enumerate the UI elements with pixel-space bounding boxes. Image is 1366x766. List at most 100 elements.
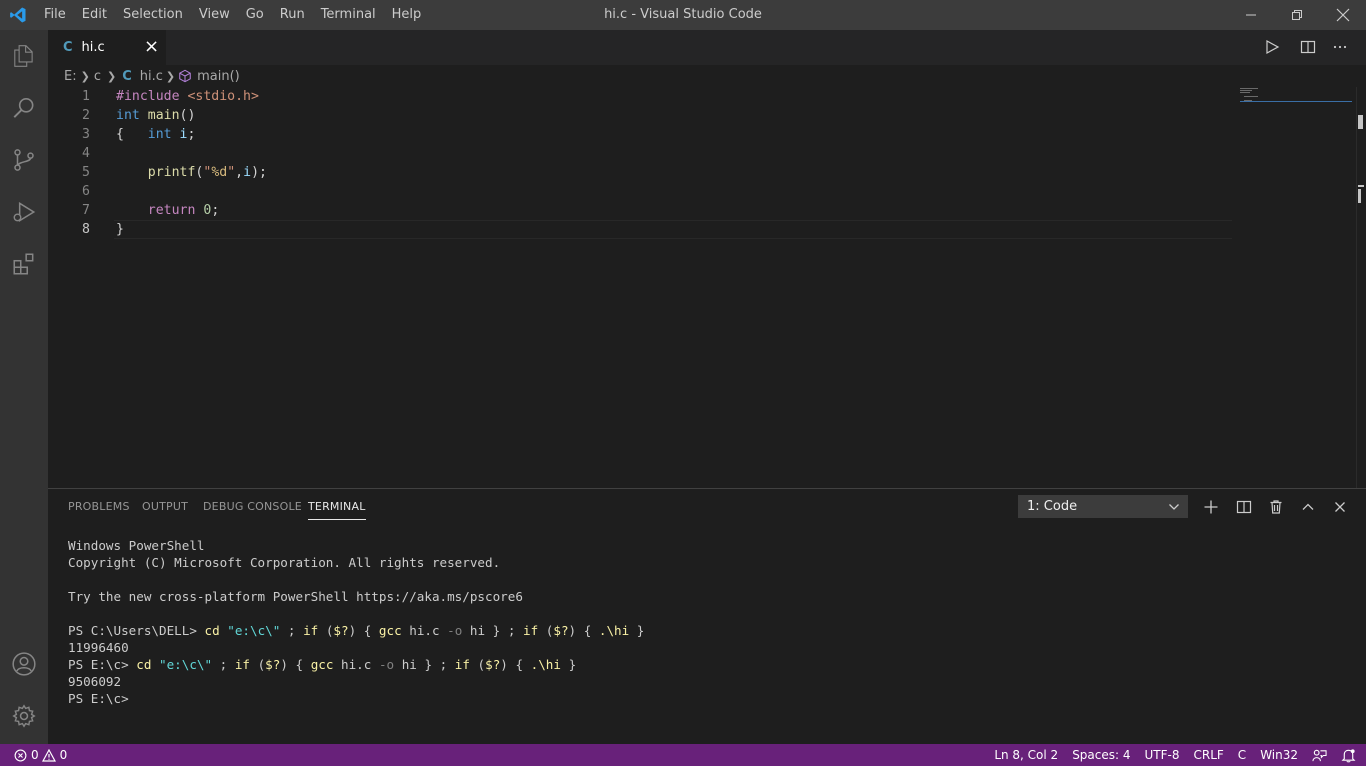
line-code: } <box>116 222 124 237</box>
restore-icon <box>1292 10 1302 20</box>
split-terminal-icon[interactable] <box>1236 499 1252 519</box>
line-code: #include <stdio.h> <box>116 89 259 104</box>
line-number: 2 <box>82 108 90 123</box>
terminal-line: 11996460 <box>68 640 129 655</box>
terminal-line: PS E:\c> cd "e:\c\" ; if ($?) { gcc hi.c… <box>68 657 577 672</box>
code-line: 5 printf("%d",i); <box>48 163 1228 182</box>
chevron-up-icon[interactable] <box>1300 499 1316 519</box>
more-actions-icon[interactable] <box>1332 39 1348 59</box>
notifications-bell-icon[interactable] <box>1334 744 1366 766</box>
platform[interactable]: Win32 <box>1253 744 1305 766</box>
line-number: 4 <box>82 146 90 161</box>
chevron-right-icon: ❯ <box>165 69 176 83</box>
search-icon[interactable] <box>0 82 48 134</box>
symbol-method-icon <box>178 69 192 83</box>
settings-gear-icon[interactable] <box>0 690 48 742</box>
tab-debug-console[interactable]: DEBUG CONSOLE <box>203 489 302 525</box>
editor-scrollbar[interactable] <box>1356 87 1366 488</box>
terminal-select-value: 1: Code <box>1027 499 1078 514</box>
minimap[interactable] <box>1238 87 1352 103</box>
end-of-line[interactable]: CRLF <box>1186 744 1230 766</box>
close-icon <box>1336 8 1350 22</box>
chevron-down-icon <box>1169 504 1179 510</box>
encoding[interactable]: UTF-8 <box>1138 744 1187 766</box>
line-number: 3 <box>82 127 90 142</box>
cursor-position[interactable]: Ln 8, Col 2 <box>987 744 1065 766</box>
breadcrumb-symbol[interactable]: main() <box>197 69 240 84</box>
tab-problems[interactable]: PROBLEMS <box>68 489 130 525</box>
c-file-icon: C <box>63 40 73 55</box>
line-number: 8 <box>82 222 90 237</box>
explorer-icon[interactable] <box>0 30 48 82</box>
minimize-icon <box>1246 14 1256 16</box>
warning-icon <box>41 748 56 762</box>
breadcrumb-folder[interactable]: c <box>94 69 101 84</box>
menu-run[interactable]: Run <box>272 0 313 30</box>
breadcrumb: E: ❯ c ❯ C hi.c ❯ main() <box>48 65 1366 87</box>
tab-hi-c[interactable]: C hi.c × <box>48 30 166 65</box>
breadcrumb-drive[interactable]: E: <box>64 69 77 84</box>
code-line: 3 { int i; <box>48 125 1228 144</box>
warning-count: 0 <box>59 748 68 762</box>
terminal-output[interactable]: Windows PowerShell Copyright (C) Microsof… <box>68 537 644 707</box>
code-line: 2 int main() <box>48 106 1228 125</box>
terminal-line: Copyright (C) Microsoft Corporation. All… <box>68 555 501 570</box>
tab-close-icon[interactable]: × <box>144 37 159 57</box>
line-number: 7 <box>82 203 90 218</box>
code-line: 6 <box>48 182 1228 201</box>
tab-output[interactable]: OUTPUT <box>142 489 188 525</box>
menu-go[interactable]: Go <box>238 0 272 30</box>
breadcrumb-file[interactable]: hi.c <box>140 69 163 84</box>
menu-file[interactable]: File <box>36 0 74 30</box>
chevron-right-icon: ❯ <box>106 69 117 83</box>
menu-view[interactable]: View <box>191 0 238 30</box>
terminal-select[interactable]: 1: Code <box>1018 495 1188 518</box>
title-bar: File Edit Selection View Go Run Terminal… <box>0 0 1366 30</box>
tab-terminal[interactable]: TERMINAL <box>308 492 366 520</box>
indentation[interactable]: Spaces: 4 <box>1065 744 1137 766</box>
menu-help[interactable]: Help <box>384 0 430 30</box>
extensions-icon[interactable] <box>0 238 48 290</box>
split-editor-icon[interactable] <box>1300 39 1316 59</box>
new-terminal-icon[interactable] <box>1203 499 1219 519</box>
terminal-line: Windows PowerShell <box>68 538 205 553</box>
error-count: 0 <box>31 748 39 762</box>
feedback-icon[interactable] <box>1305 744 1334 766</box>
line-number: 1 <box>82 89 90 104</box>
code-line: 1 #include <stdio.h> <box>48 87 1228 106</box>
code-line: 4 <box>48 144 1228 163</box>
run-debug-icon[interactable] <box>0 186 48 238</box>
tab-label: hi.c <box>81 40 105 55</box>
close-panel-icon[interactable] <box>1332 499 1348 519</box>
terminal-line: PS E:\c> <box>68 691 129 706</box>
language-mode[interactable]: C <box>1231 744 1253 766</box>
code-line: 7 return 0; <box>48 201 1228 220</box>
menu-terminal[interactable]: Terminal <box>313 0 384 30</box>
line-code: return 0; <box>147 203 220 218</box>
c-file-icon: C <box>122 68 132 84</box>
menu-selection[interactable]: Selection <box>115 0 191 30</box>
terminal-line: 9506092 <box>68 674 122 689</box>
minimize-button[interactable] <box>1228 0 1274 30</box>
error-icon <box>14 749 27 761</box>
line-number: 5 <box>82 165 90 180</box>
code-editor[interactable]: 1 #include <stdio.h> 2 int main() 3 { int i; 4… <box>48 87 1366 488</box>
menu-edit[interactable]: Edit <box>74 0 115 30</box>
close-window-button[interactable] <box>1320 0 1366 30</box>
line-number: 6 <box>82 184 90 199</box>
trash-icon[interactable] <box>1268 499 1284 519</box>
account-icon[interactable] <box>0 638 48 690</box>
status-bar: 0 0 Ln 8, Col 2 Spaces: 4 UTF-8 CRLF C W… <box>0 744 1366 766</box>
problems-status[interactable]: 0 0 <box>0 744 74 766</box>
chevron-right-icon: ❯ <box>80 69 90 83</box>
restore-button[interactable] <box>1274 0 1320 30</box>
line-code: int main() <box>116 108 196 123</box>
run-file-icon[interactable] <box>1264 39 1280 59</box>
code-line: 8} <box>48 220 1228 239</box>
panel: PROBLEMS OUTPUT DEBUG CONSOLE TERMINAL 1… <box>48 488 1366 745</box>
source-control-icon[interactable] <box>0 134 48 186</box>
line-code: printf("%d",i); <box>147 165 267 180</box>
terminal-line: PS C:\Users\DELL> cd "e:\c\" ; if ($?) {… <box>68 623 645 638</box>
